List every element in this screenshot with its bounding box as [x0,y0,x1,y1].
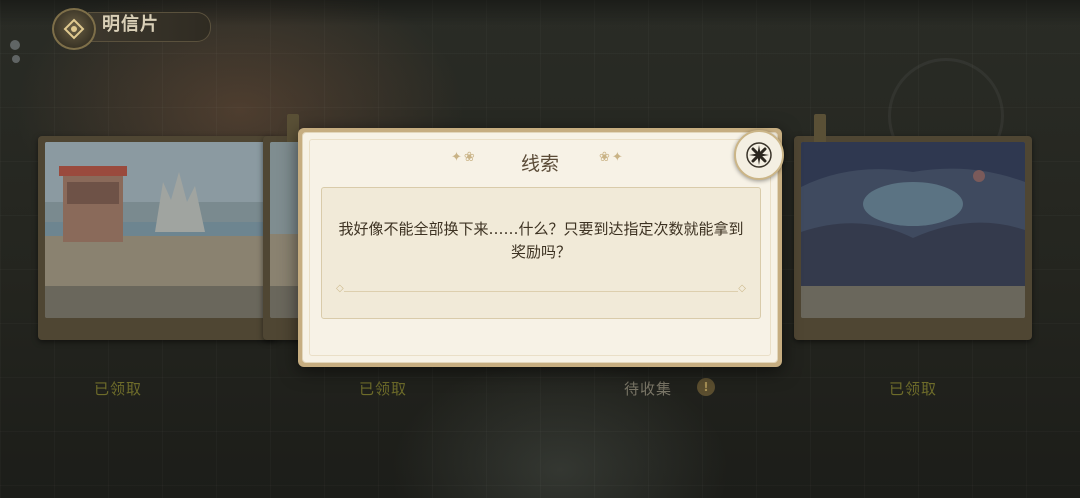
pending-alert-icon[interactable]: ! [697,378,715,396]
clue-message: 我好像不能全部换下来……什么？只要到达指定次数就能拿到奖励吗？ [338,220,744,261]
back-emblem-icon [63,18,85,40]
postcard-4[interactable] [794,114,1032,340]
close-button[interactable] [734,130,784,180]
dialog-title: 线索 [520,153,559,175]
postcard-image [45,142,269,286]
bubble-decoration [12,55,20,63]
clue-dialog: ✦❀ 线索 ❀✦ 我好像不能全部换下来……什么？只要到达指定次数就能拿到奖励吗？ [298,128,782,367]
postcard-1[interactable] [38,136,276,340]
close-x-icon [746,142,772,168]
card-status-3: 待收集 [623,380,672,398]
page-title: 明信片 [102,14,159,35]
card-status-4: 已领取 [888,380,937,398]
card-status-2: 已领取 [358,380,407,398]
divider [336,283,746,294]
postcard-image [801,142,1025,286]
clue-text-box: 我好像不能全部换下来……什么？只要到达指定次数就能拿到奖励吗？ [321,187,761,319]
back-button[interactable] [52,8,96,50]
title-flourish-right-icon: ❀✦ [599,150,625,165]
card-status-1: 已领取 [93,380,142,398]
bubble-decoration [10,40,20,50]
